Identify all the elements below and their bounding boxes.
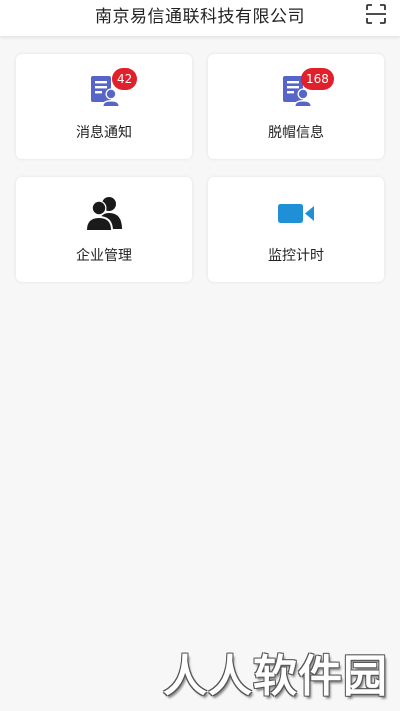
unread-count-badge: 42 [112,68,138,90]
tile-enterprise-management[interactable]: 企业管理 [16,177,192,282]
video-camera-icon [278,204,314,223]
unread-count-badge: 168 [301,68,334,90]
watermark-text: 人人软件园 [163,651,388,702]
tile-label: 消息通知 [76,125,132,141]
tile-message-notice[interactable]: 42 消息通知 [16,54,192,159]
app-header: 南京易信通联科技有限公司 [0,0,400,36]
users-icon [85,197,122,231]
tile-monitor-timer[interactable]: 监控计时 [208,177,384,282]
tile-label: 监控计时 [268,248,324,264]
scan-icon [366,4,386,24]
tile-label: 脱帽信息 [268,125,324,141]
tile-hat-off-info[interactable]: 168 脱帽信息 [208,54,384,159]
scan-button[interactable] [364,2,388,26]
page-title: 南京易信通联科技有限公司 [95,7,305,27]
tile-label: 企业管理 [76,248,132,264]
